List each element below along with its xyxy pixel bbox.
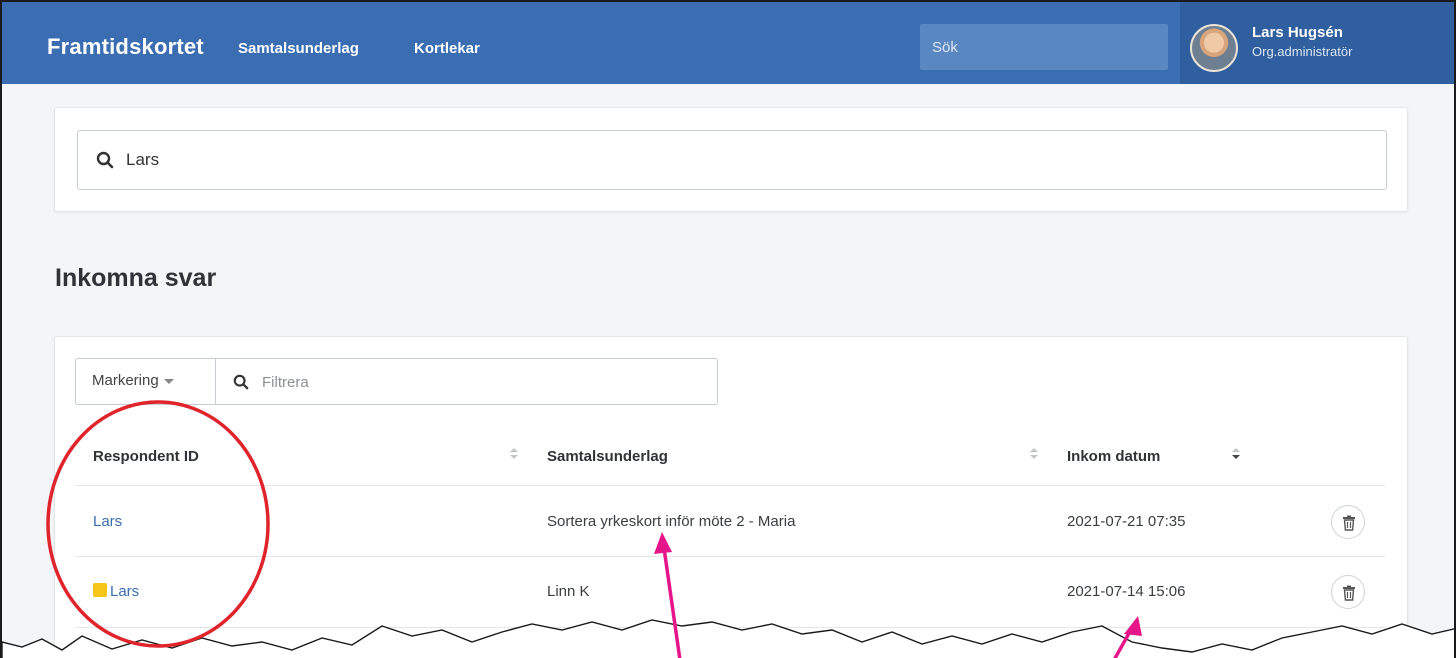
app-window: Framtidskortet Samtalsunderlag Kortlekar… [0,0,1456,658]
trash-icon [1343,585,1355,601]
markering-label: Markering [92,372,159,389]
divider [75,556,1385,557]
respondent-link[interactable]: Helena [93,649,141,658]
divider [75,627,1385,628]
user-menu[interactable]: Lars Hugsén Org.administratör [1180,2,1454,84]
sort-icon[interactable] [1232,447,1240,461]
underlag-cell: Linn K [547,583,590,600]
page-title: Inkomna svar [55,264,217,292]
filter-search-icon [233,374,249,395]
caret-down-icon [163,378,174,384]
sort-icon[interactable] [1030,447,1038,461]
brand-logo[interactable]: Framtidskortet [47,34,204,60]
responses-card: Markering Respondent ID Samtalsunderlag … [54,336,1408,658]
delete-button[interactable] [1331,505,1365,539]
top-navbar: Framtidskortet Samtalsunderlag Kortlekar… [2,2,1454,84]
column-header-inkom-datum[interactable]: Inkom datum [1067,448,1160,465]
nav-samtalsunderlag[interactable]: Samtalsunderlag [238,40,359,57]
user-role: Org.administratör [1252,44,1353,59]
search-icon [96,151,114,174]
underlag-cell: Sortera yrkeskort inför möte 2 - Maria [547,513,796,530]
nav-kortlekar[interactable]: Kortlekar [414,40,480,57]
respondent-link[interactable]: Lars [93,513,122,530]
datum-cell: 2021-07-14 15:06 [1067,583,1186,600]
avatar [1190,24,1238,72]
filter-toolbar: Markering [75,358,718,405]
sort-icon[interactable] [510,447,518,461]
user-name: Lars Hugsén [1252,24,1343,41]
datum-cell: 2021-07-21 07:35 [1067,513,1186,530]
markering-dropdown[interactable]: Markering [76,359,216,404]
column-header-samtalsunderlag[interactable]: Samtalsunderlag [547,448,668,465]
respondent-name: Lars [110,583,140,600]
main-search-box[interactable] [77,130,1387,190]
note-icon [93,583,107,597]
search-card [54,107,1408,212]
filter-input[interactable] [262,367,702,397]
main-search-input[interactable] [126,143,1366,177]
divider [75,485,1385,486]
top-search-input[interactable] [920,24,1168,70]
trash-icon [1343,515,1355,531]
respondent-link[interactable]: Lars [93,583,139,600]
column-header-respondent[interactable]: Respondent ID [93,448,199,465]
delete-button[interactable] [1331,575,1365,609]
